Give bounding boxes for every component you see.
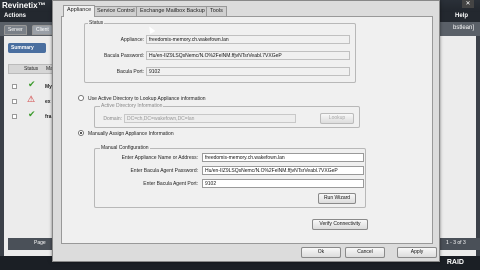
tab-service-control[interactable]: Service Control — [93, 6, 139, 16]
row-checkbox[interactable] — [12, 84, 17, 89]
table-row-name: ex — [45, 99, 51, 105]
ok-check-icon: ✔ — [28, 109, 36, 119]
lookup-button[interactable]: Lookup — [320, 113, 354, 124]
column-header-status[interactable]: Status — [24, 66, 38, 72]
domain-field[interactable]: DC=ch,DC=wakefown,DC=lan — [124, 114, 296, 123]
appliance-tab-panel: Status Appliance: freedomis-memory.ch.wa… — [61, 16, 433, 244]
appliance-name-input[interactable]: freedomis-memory.ch.wakefown.lan — [202, 153, 364, 162]
tab-tools[interactable]: Tools — [206, 6, 227, 16]
row-checkbox[interactable] — [12, 114, 17, 119]
table-row-name: fra — [45, 114, 52, 120]
ok-button[interactable]: Ok — [301, 247, 341, 258]
pager-range: 1 - 3 of 3 — [446, 240, 466, 246]
bacula-port-label: Bacula Port: — [116, 69, 144, 75]
status-group-title: Status — [88, 20, 105, 26]
use-active-directory-label[interactable]: Use Active Directory to Lookup Appliance… — [88, 96, 206, 102]
tab-exchange-mailbox-backup[interactable]: Exchange Mailbox Backup — [136, 6, 209, 16]
tab-server[interactable]: Server — [4, 25, 27, 35]
run-wizard-button[interactable]: Run Wizard — [318, 193, 356, 204]
row-checkbox[interactable] — [12, 99, 17, 104]
manual-configuration-title: Manual Configuration — [100, 145, 150, 151]
tab-summary[interactable]: Summary — [8, 43, 46, 53]
apply-button[interactable]: Apply — [397, 247, 437, 258]
cancel-button[interactable]: Cancel — [345, 247, 385, 258]
app-logo: Revinetix™ — [2, 1, 46, 10]
window-close-button[interactable]: ✕ — [462, 0, 474, 8]
actions-menu[interactable]: Actions — [4, 13, 26, 19]
appliance-value: freedomis-memory.ch.wakefown.lan — [146, 35, 350, 44]
appliance-name-label: Enter Appliance Name or Address: — [121, 155, 198, 161]
ok-check-icon: ✔ — [28, 79, 36, 89]
appliance-settings-dialog: Appliance Service Control Exchange Mailb… — [52, 0, 440, 262]
user-label: bstlean] — [452, 25, 474, 31]
use-active-directory-radio[interactable] — [78, 95, 84, 101]
agent-password-label: Enter Bacula Agent Password: — [130, 168, 198, 174]
manually-assign-radio[interactable] — [78, 130, 84, 136]
warning-icon: ⚠ — [27, 94, 36, 104]
table-row-name: My — [45, 84, 52, 90]
agent-port-input[interactable]: 9102 — [202, 179, 364, 188]
domain-label: Domain: — [103, 116, 122, 122]
manually-assign-label[interactable]: Manually Assign Appliance Information — [88, 131, 174, 137]
agent-password-input[interactable]: Hu/en-IIZ9LSQsNemc/N.O%2FelNM.ffjvNTsrVe… — [202, 166, 364, 175]
bacula-port-value: 9102 — [146, 67, 350, 76]
bacula-password-label: Bacula Password: — [103, 53, 144, 59]
appliance-label: Appliance: — [120, 37, 144, 43]
tab-appliance[interactable]: Appliance — [63, 5, 96, 17]
raid-label: RAID — [446, 259, 464, 266]
active-directory-group-title: Active Directory Information — [100, 103, 164, 109]
help-menu[interactable]: Help — [455, 13, 468, 19]
verify-connectivity-button[interactable]: Verify Connectivity — [312, 219, 368, 230]
agent-port-label: Enter Bacula Agent Port: — [143, 181, 198, 187]
tab-client[interactable]: Client — [32, 25, 53, 35]
pager-label: Page — [34, 240, 46, 246]
bacula-password-value: Hu/en-IIZ9LSQsNemc/N.O%2FelNM.ffjvNTsrVe… — [146, 51, 350, 60]
